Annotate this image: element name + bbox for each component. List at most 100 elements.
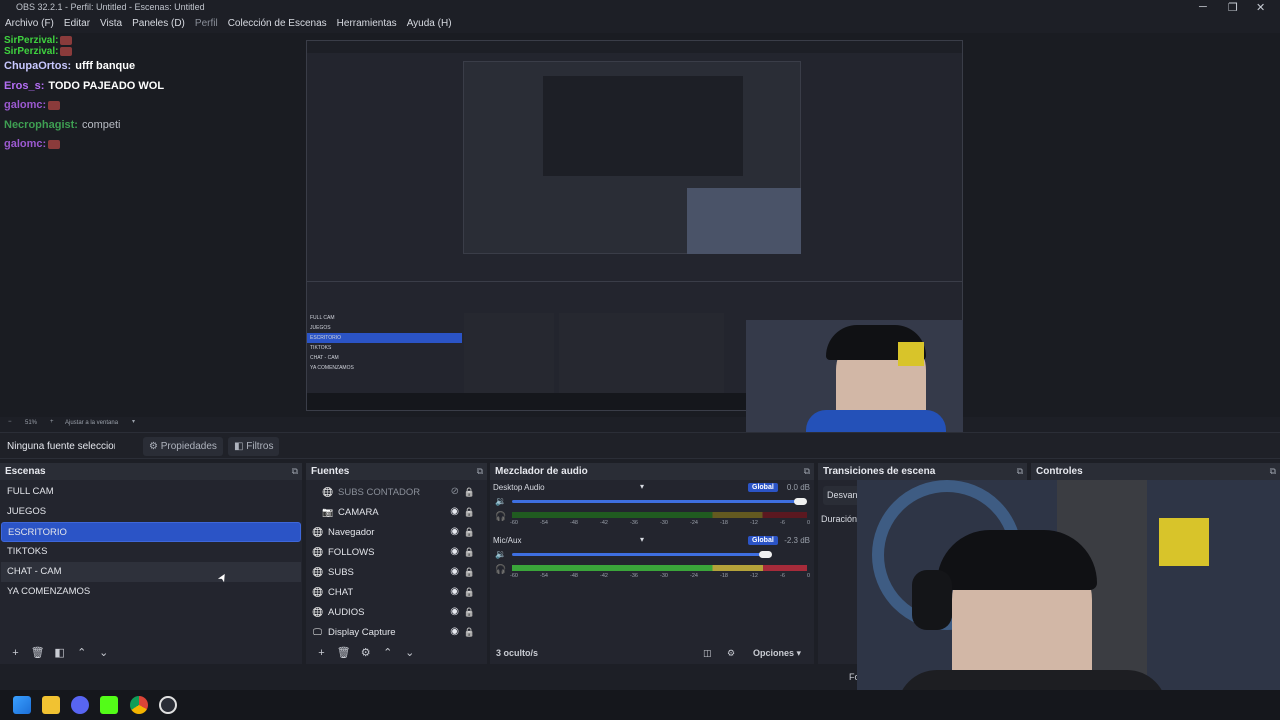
- taskbar: [0, 690, 1280, 720]
- globe-icon: 🌐: [312, 587, 324, 597]
- volume-fader[interactable]: [512, 553, 766, 556]
- eye-icon[interactable]: ◉: [450, 582, 459, 602]
- filters-button[interactable]: ◧ Filtros: [228, 437, 280, 456]
- close-button[interactable]: ✕: [1256, 1, 1265, 14]
- undock-icon[interactable]: ⧉: [804, 463, 810, 480]
- menu-item[interactable]: Editar: [64, 18, 90, 29]
- chrome-icon[interactable]: [130, 696, 148, 714]
- tick-label: -18: [720, 520, 728, 526]
- source-item[interactable]: 🌐 SUBS ◉ 🔒: [306, 562, 487, 582]
- lock-icon[interactable]: 🔒: [464, 482, 475, 502]
- zoom-fit-dropdown[interactable]: Ajustar a la ventana: [65, 420, 118, 426]
- undock-icon[interactable]: ⧉: [477, 463, 483, 480]
- eye-icon[interactable]: ◉: [450, 562, 459, 582]
- monitor-icon[interactable]: 🎧: [495, 511, 506, 522]
- chat-username: SirPerzival:: [4, 35, 59, 46]
- advanced-audio-icon[interactable]: ⚙: [727, 642, 735, 664]
- tick-label: -6: [780, 573, 785, 579]
- options-label: Opciones: [753, 648, 795, 658]
- lock-icon[interactable]: 🔒: [464, 522, 475, 542]
- speaker-icon[interactable]: 🔉: [495, 549, 506, 560]
- menu-item[interactable]: Ayuda (H): [407, 18, 452, 29]
- volume-fader[interactable]: [512, 500, 800, 503]
- globe-icon: 🌐: [312, 567, 324, 577]
- source-settings-button[interactable]: ⚙: [356, 642, 375, 664]
- eye-icon[interactable]: ◉: [450, 602, 459, 622]
- eye-icon[interactable]: ◉: [450, 502, 459, 522]
- discord-icon[interactable]: [71, 696, 89, 714]
- mixer-channel: Mic/Aux ▾ Global -2.3 dB 🔉 🎧 -60 -54 -48 -42 -36 -3…: [490, 535, 814, 589]
- lock-icon[interactable]: 🔒: [464, 542, 475, 562]
- lock-icon[interactable]: 🔒: [464, 622, 475, 642]
- source-name: Navegador: [328, 527, 375, 538]
- remove-scene-button[interactable]: 🗑: [28, 642, 47, 664]
- scene-item[interactable]: JUEGOS: [1, 502, 301, 522]
- chevron-down-icon[interactable]: ▾: [132, 418, 135, 425]
- chat-message: galomc:: [4, 96, 304, 116]
- lock-icon[interactable]: 🔒: [464, 562, 475, 582]
- start-icon[interactable]: [13, 696, 31, 714]
- eye-slash-icon[interactable]: ⊘: [451, 482, 459, 502]
- scene-item[interactable]: CHAT - CAM: [1, 562, 301, 582]
- zoom-in-button[interactable]: +: [50, 419, 54, 425]
- file-explorer-icon[interactable]: [42, 696, 60, 714]
- properties-button[interactable]: ⚙ Propiedades: [143, 437, 223, 456]
- maximize-button[interactable]: ❐: [1228, 1, 1238, 14]
- move-down-button[interactable]: ⌄: [400, 642, 419, 664]
- add-scene-button[interactable]: +: [6, 642, 25, 664]
- mixer-options-button[interactable]: Opciones ▾: [753, 642, 801, 664]
- scene-item[interactable]: TIKTOKS: [1, 542, 301, 562]
- menu-item[interactable]: Perfil: [195, 18, 218, 29]
- undock-icon[interactable]: ⧉: [1017, 463, 1023, 480]
- eye-icon[interactable]: ◉: [450, 522, 459, 542]
- menu-item[interactable]: Herramientas: [337, 18, 397, 29]
- source-name: FOLLOWS: [328, 547, 375, 558]
- channel-name: Mic/Aux: [493, 536, 522, 545]
- source-item[interactable]: 🖵 Display Capture ◉ 🔒: [306, 622, 487, 642]
- move-down-button[interactable]: ⌄: [94, 642, 113, 664]
- move-up-button[interactable]: ⌃: [378, 642, 397, 664]
- source-item[interactable]: 🌐 Navegador ◉ 🔒: [306, 522, 487, 542]
- fader-knob[interactable]: [759, 551, 773, 558]
- source-item[interactable]: 🌐 AUDIOS ◉ 🔒: [306, 602, 487, 622]
- lock-icon[interactable]: 🔒: [464, 502, 475, 522]
- remove-source-button[interactable]: 🗑: [334, 642, 353, 664]
- speaker-icon[interactable]: 🔉: [495, 496, 506, 507]
- scene-item[interactable]: FULL CAM: [1, 482, 301, 502]
- chat-message: galomc:: [4, 135, 304, 155]
- layout-icon[interactable]: ◫: [703, 642, 712, 664]
- move-up-button[interactable]: ⌃: [72, 642, 91, 664]
- fader-knob[interactable]: [794, 498, 807, 505]
- lock-icon[interactable]: 🔒: [464, 582, 475, 602]
- source-item[interactable]: 🌐 FOLLOWS ◉ 🔒: [306, 542, 487, 562]
- lock-icon[interactable]: 🔒: [464, 602, 475, 622]
- channel-dropdown-icon[interactable]: ▾: [640, 535, 644, 544]
- source-item[interactable]: 📷 CAMARA ◉ 🔒: [306, 502, 487, 522]
- channel-dropdown-icon[interactable]: ▾: [640, 482, 644, 491]
- chat-text: ufff banque: [75, 60, 136, 72]
- source-name: CAMARA: [338, 507, 379, 518]
- menu-item[interactable]: Archivo (F): [5, 18, 54, 29]
- scene-item[interactable]: YA COMENZAMOS: [1, 582, 301, 602]
- source-item[interactable]: 🌐 SUBS CONTADOR ⊘ 🔒: [306, 482, 487, 502]
- zoom-out-button[interactable]: −: [8, 419, 12, 425]
- menu-item[interactable]: Vista: [100, 18, 122, 29]
- obs-icon[interactable]: [159, 696, 177, 714]
- eye-icon[interactable]: ◉: [450, 622, 459, 642]
- undock-icon[interactable]: ⧉: [292, 463, 298, 480]
- tick-label: -54: [540, 520, 548, 526]
- filter-icon: ◧: [234, 441, 244, 452]
- tick-label: -18: [720, 573, 728, 579]
- kick-icon[interactable]: [100, 696, 118, 714]
- scene-item[interactable]: ESCRITORIO: [1, 522, 301, 542]
- monitor-icon[interactable]: 🎧: [495, 564, 506, 575]
- undock-icon[interactable]: ⧉: [1270, 463, 1276, 480]
- menu-item[interactable]: Colección de Escenas: [228, 18, 327, 29]
- add-source-button[interactable]: +: [312, 642, 331, 664]
- source-item[interactable]: 🌐 CHAT ◉ 🔒: [306, 582, 487, 602]
- preview-canvas[interactable]: SirPerzival: SirPerzival: ChupaOrtos: ufff …: [0, 33, 1280, 443]
- minimize-button[interactable]: ─: [1199, 1, 1207, 13]
- menu-item[interactable]: Paneles (D): [132, 18, 185, 29]
- scene-filters-button[interactable]: ◧: [50, 642, 69, 664]
- eye-icon[interactable]: ◉: [450, 542, 459, 562]
